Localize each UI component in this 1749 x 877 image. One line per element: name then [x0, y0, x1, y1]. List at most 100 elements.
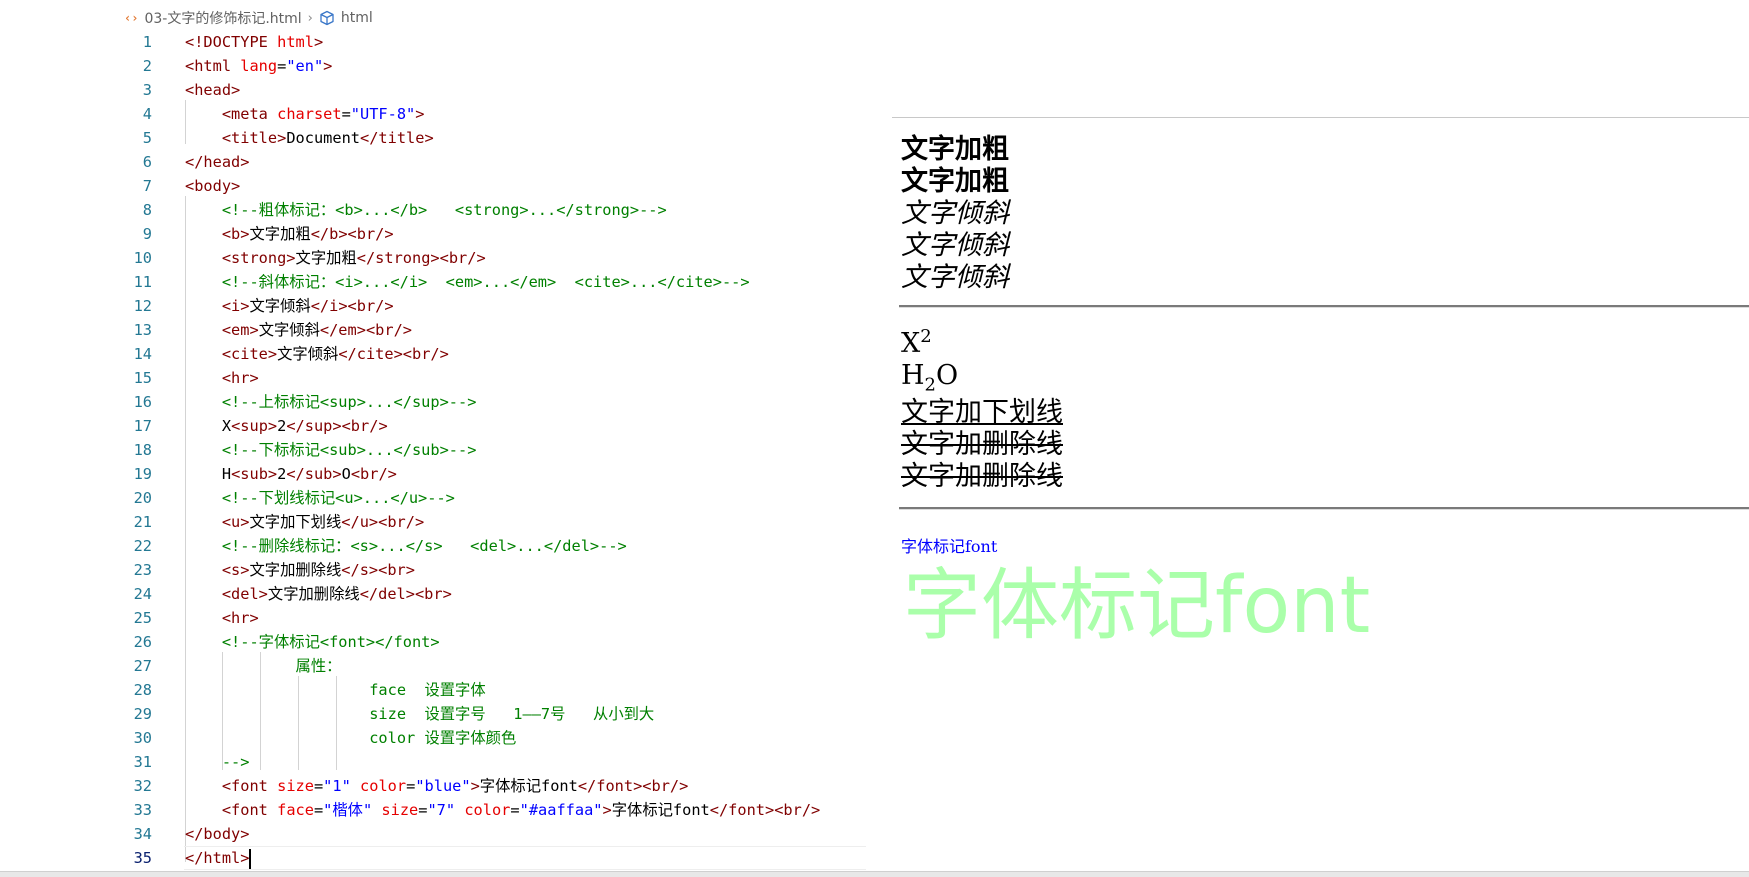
- code-line[interactable]: 15 <hr>: [0, 366, 866, 390]
- code-text[interactable]: color 设置字体颜色: [185, 726, 516, 750]
- code-text[interactable]: <!--上标标记<sup>...</sup>-->: [185, 390, 477, 414]
- code-line[interactable]: 18 <!--下标标记<sub>...</sub>-->: [0, 438, 866, 462]
- code-text[interactable]: <s>文字加删除线</s><br>: [185, 558, 415, 582]
- code-line[interactable]: 31 -->: [0, 750, 866, 774]
- code-line[interactable]: 14 <cite>文字倾斜</cite><br/>: [0, 342, 866, 366]
- code-text[interactable]: <!--删除线标记：<s>...</s> <del>...</del>-->: [185, 534, 627, 558]
- subscript-value: 2: [924, 374, 936, 396]
- code-line[interactable]: 5 <title>Document</title>: [0, 126, 866, 150]
- code-line[interactable]: 19 H<sub>2</sub>O<br/>: [0, 462, 866, 486]
- code-text[interactable]: <!DOCTYPE html>: [185, 30, 323, 54]
- code-token: </html>: [185, 849, 250, 867]
- code-text[interactable]: <meta charset="UTF-8">: [185, 102, 425, 126]
- code-text[interactable]: <title>Document</title>: [185, 126, 434, 150]
- code-text[interactable]: <em>文字倾斜</em><br/>: [185, 318, 412, 342]
- code-text[interactable]: </html>: [185, 846, 252, 870]
- code-line[interactable]: 8 <!--粗体标记：<b>...</b> <strong>...</stron…: [0, 198, 866, 222]
- code-text[interactable]: <!--粗体标记：<b>...</b> <strong>...</strong>…: [185, 198, 667, 222]
- code-line[interactable]: 16 <!--上标标记<sup>...</sup>-->: [0, 390, 866, 414]
- code-text[interactable]: -->: [185, 750, 250, 774]
- code-token: </strong><br/>: [356, 249, 486, 267]
- code-line[interactable]: 32 <font size="1" color="blue">字体标记font<…: [0, 774, 866, 798]
- code-text[interactable]: <body>: [185, 174, 240, 198]
- code-line[interactable]: 34 </body>: [0, 822, 866, 846]
- code-line[interactable]: 20 <!--下划线标记<u>...</u>-->: [0, 486, 866, 510]
- breadcrumb-symbol-name[interactable]: html: [341, 10, 373, 26]
- code-line[interactable]: 23 <s>文字加删除线</s><br>: [0, 558, 866, 582]
- code-token: </body>: [185, 825, 250, 843]
- code-text[interactable]: <!--斜体标记：<i>...</i> <em>...</em> <cite>.…: [185, 270, 750, 294]
- code-text[interactable]: </body>: [185, 822, 249, 846]
- code-line[interactable]: 10 <strong>文字加粗</strong><br/>: [0, 246, 866, 270]
- code-editor[interactable]: 1 <!DOCTYPE html> 2 <html lang="en"> 3 <head>…: [0, 30, 866, 870]
- code-token: >: [313, 33, 324, 51]
- code-token: X: [221, 417, 232, 435]
- code-line[interactable]: 9 <b>文字加粗</b><br/>: [0, 222, 866, 246]
- code-text[interactable]: <font size="1" color="blue">字体标记font</fo…: [185, 774, 689, 798]
- font-small-blue-text: 字体标记font: [901, 537, 998, 556]
- code-text[interactable]: H<sub>2</sub>O<br/>: [185, 462, 397, 486]
- code-token: <s>: [221, 561, 250, 579]
- code-text[interactable]: 属性：: [185, 654, 342, 678]
- code-text[interactable]: size 设置字号 1——7号 从小到大: [185, 702, 654, 726]
- line-number: 18: [133, 441, 152, 459]
- code-text[interactable]: <u>文字加下划线</u><br/>: [185, 510, 424, 534]
- line-number: 21: [133, 513, 152, 531]
- code-line[interactable]: 1 <!DOCTYPE html>: [0, 30, 866, 54]
- code-text[interactable]: <strong>文字加粗</strong><br/>: [185, 246, 486, 270]
- code-token: <sub>: [231, 465, 278, 483]
- code-text[interactable]: <font face="楷体" size="7" color="#aaffaa"…: [185, 798, 820, 822]
- code-token: 字体标记font: [611, 801, 710, 819]
- code-line[interactable]: 11 <!--斜体标记：<i>...</i> <em>...</em> <cit…: [0, 270, 866, 294]
- code-line[interactable]: 35 </html>: [0, 846, 866, 870]
- code-line[interactable]: 12 <i>文字倾斜</i><br/>: [0, 294, 866, 318]
- code-text[interactable]: <del>文字加删除线</del><br>: [185, 582, 452, 606]
- code-line[interactable]: 13 <em>文字倾斜</em><br/>: [0, 318, 866, 342]
- code-line[interactable]: 30 color 设置字体颜色: [0, 726, 866, 750]
- code-line[interactable]: 7 <body>: [0, 174, 866, 198]
- code-text[interactable]: <hr>: [185, 366, 259, 390]
- subscript-base: H: [901, 360, 925, 391]
- code-line[interactable]: 29 size 设置字号 1——7号 从小到大: [0, 702, 866, 726]
- code-text[interactable]: <html lang="en">: [185, 54, 332, 78]
- code-line[interactable]: 28 face 设置字体: [0, 678, 866, 702]
- code-text[interactable]: <hr>: [185, 606, 259, 630]
- line-number: 12: [133, 297, 152, 315]
- code-text[interactable]: <b>文字加粗</b><br/>: [185, 222, 394, 246]
- code-text[interactable]: face 设置字体: [185, 678, 485, 702]
- code-text[interactable]: <!--下划线标记<u>...</u>-->: [185, 486, 455, 510]
- code-line[interactable]: 21 <u>文字加下划线</u><br/>: [0, 510, 866, 534]
- code-line[interactable]: 27 属性：: [0, 654, 866, 678]
- code-text[interactable]: <i>文字倾斜</i><br/>: [185, 294, 394, 318]
- code-token: =: [406, 777, 416, 795]
- code-text[interactable]: X<sup>2</sup><br/>: [185, 414, 388, 438]
- code-line[interactable]: 4 <meta charset="UTF-8">: [0, 102, 866, 126]
- code-file-icon: ‹›: [124, 11, 139, 25]
- code-text[interactable]: </head>: [185, 150, 249, 174]
- code-line[interactable]: 25 <hr>: [0, 606, 866, 630]
- code-line[interactable]: 6 </head>: [0, 150, 866, 174]
- breadcrumb-file-name[interactable]: 03-文字的修饰标记.html: [144, 8, 301, 28]
- code-line[interactable]: 24 <del>文字加删除线</del><br>: [0, 582, 866, 606]
- strikethrough-text-del: 文字加删除线: [901, 461, 1063, 492]
- code-text[interactable]: <!--字体标记<font></font>: [185, 630, 440, 654]
- code-token: <u>: [221, 513, 250, 531]
- code-line[interactable]: 22 <!--删除线标记：<s>...</s> <del>...</del>--…: [0, 534, 866, 558]
- code-line[interactable]: 3 <head>: [0, 78, 866, 102]
- code-token: <!--字体标记<font></font>: [221, 633, 440, 651]
- code-line[interactable]: 2 <html lang="en">: [0, 54, 866, 78]
- breadcrumb: ‹› 03-文字的修饰标记.html › html: [124, 9, 373, 27]
- code-text[interactable]: <!--下标标记<sub>...</sub>-->: [185, 438, 477, 462]
- code-text[interactable]: <head>: [185, 78, 240, 102]
- code-text[interactable]: <cite>文字倾斜</cite><br/>: [185, 342, 449, 366]
- code-line[interactable]: 26 <!--字体标记<font></font>: [0, 630, 866, 654]
- code-line[interactable]: 17 X<sup>2</sup><br/>: [0, 414, 866, 438]
- code-line[interactable]: 33 <font face="楷体" size="7" color="#aaff…: [0, 798, 866, 822]
- code-token: </font><br/>: [709, 801, 821, 819]
